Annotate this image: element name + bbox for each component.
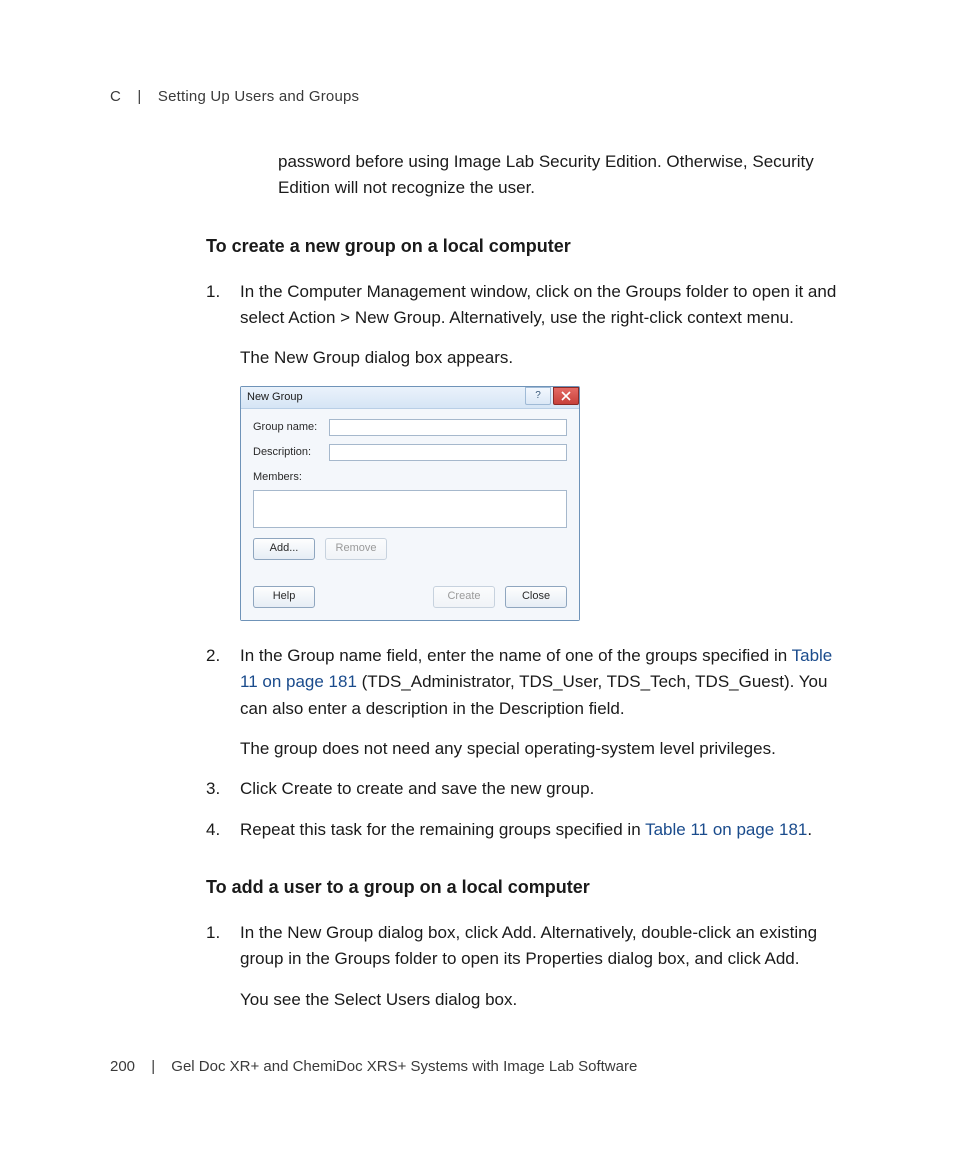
dialog-title: New Group: [247, 389, 303, 406]
dialog-body: Group name: Description: Members: Add...…: [241, 409, 579, 620]
page-number: 200: [110, 1058, 135, 1075]
members-listbox[interactable]: [253, 490, 567, 528]
step-1-p1: In the Computer Management window, click…: [240, 279, 844, 332]
step-4: Repeat this task for the remaining group…: [206, 817, 844, 843]
separator: |: [151, 1058, 155, 1075]
steps-create-group: In the Computer Management window, click…: [206, 279, 844, 843]
section-heading-add-user: To add a user to a group on a local comp…: [206, 877, 844, 898]
help-button[interactable]: Help: [253, 586, 315, 608]
step-1: In the Computer Management window, click…: [206, 279, 844, 621]
intro-paragraph: password before using Image Lab Security…: [278, 149, 844, 202]
new-group-dialog: New Group ? Group name:: [240, 386, 580, 621]
close-button[interactable]: Close: [505, 586, 567, 608]
create-button[interactable]: Create: [433, 586, 495, 608]
separator: |: [137, 88, 141, 105]
description-label: Description:: [253, 444, 329, 461]
step-2-p1: In the Group name field, enter the name …: [240, 643, 844, 722]
members-label: Members:: [253, 469, 567, 486]
group-name-input[interactable]: [329, 419, 567, 436]
titlebar-close-button[interactable]: [553, 387, 579, 405]
description-input[interactable]: [329, 444, 567, 461]
add-user-p1: In the New Group dialog box, click Add. …: [240, 920, 844, 973]
running-header: C | Setting Up Users and Groups: [110, 88, 844, 105]
step-1-p2: The New Group dialog box appears.: [240, 345, 844, 371]
page-footer: 200 | Gel Doc XR+ and ChemiDoc XRS+ Syst…: [110, 1058, 637, 1075]
step-2-p2: The group does not need any special oper…: [240, 736, 844, 762]
table-link-2[interactable]: Table 11 on page 181: [645, 820, 807, 839]
section-heading-create-group: To create a new group on a local compute…: [206, 236, 844, 257]
add-button[interactable]: Add...: [253, 538, 315, 560]
footer-text: Gel Doc XR+ and ChemiDoc XRS+ Systems wi…: [171, 1058, 637, 1075]
group-name-label: Group name:: [253, 419, 329, 436]
steps-add-user: In the New Group dialog box, click Add. …: [206, 920, 844, 1013]
step-2: In the Group name field, enter the name …: [206, 643, 844, 762]
new-group-dialog-figure: New Group ? Group name:: [240, 386, 844, 621]
step-3: Click Create to create and save the new …: [206, 776, 844, 802]
add-user-p2: You see the Select Users dialog box.: [240, 987, 844, 1013]
header-title: Setting Up Users and Groups: [158, 88, 359, 105]
titlebar-help-button[interactable]: ?: [525, 387, 551, 405]
appendix-letter: C: [110, 88, 121, 105]
step-1-add-user: In the New Group dialog box, click Add. …: [206, 920, 844, 1013]
dialog-titlebar: New Group ?: [241, 387, 579, 409]
remove-button[interactable]: Remove: [325, 538, 387, 560]
